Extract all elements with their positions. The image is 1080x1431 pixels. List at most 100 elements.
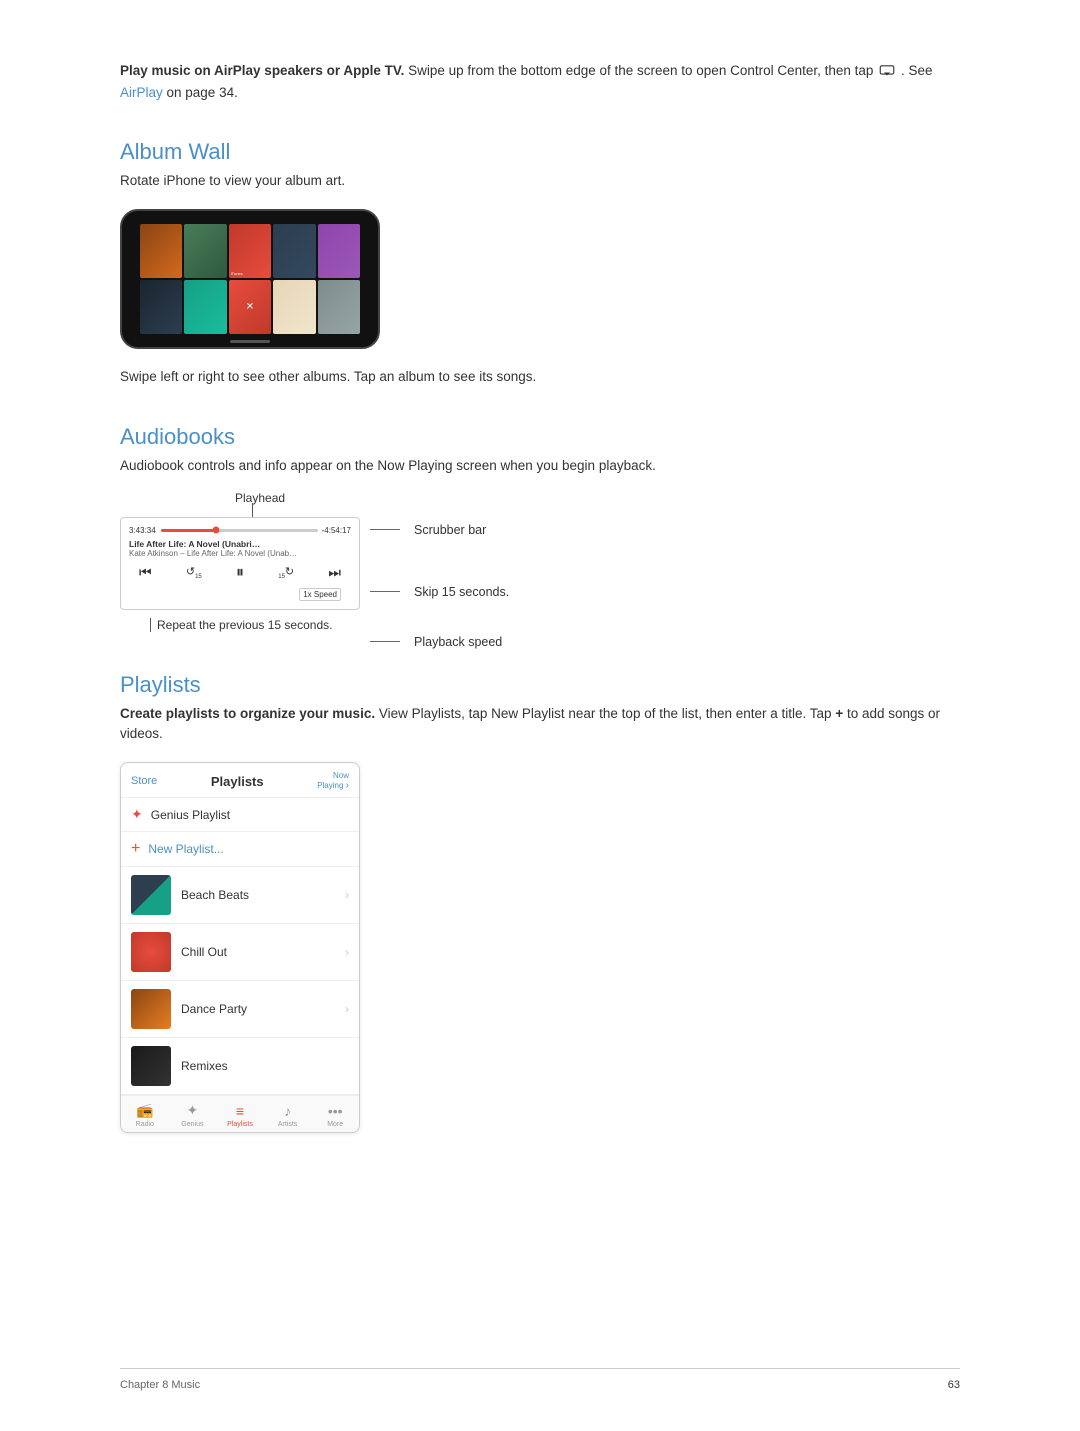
playhead-label: Playhead bbox=[235, 491, 285, 505]
page-content: Play music on AirPlay speakers or Apple … bbox=[0, 0, 1080, 1253]
intro-text: Swipe up from the bottom edge of the scr… bbox=[404, 63, 873, 78]
playlists-tab-label: Playlists bbox=[227, 1121, 253, 1128]
repeat-label: Repeat the previous 15 seconds. bbox=[157, 618, 332, 632]
playlist-header: Store Playlists NowPlaying › bbox=[121, 763, 359, 798]
remixes-thumb bbox=[131, 1046, 171, 1086]
tab-more[interactable]: ••• More bbox=[317, 1103, 353, 1128]
fast-forward-button[interactable]: ⏭ bbox=[328, 564, 341, 581]
controls-row: ⏮ ↺15 ⏸ 15↻ ⏭ bbox=[129, 564, 351, 582]
album-cell-6[interactable] bbox=[140, 280, 182, 334]
tab-artists[interactable]: ♪ Artists bbox=[270, 1103, 306, 1128]
time-end: -4:54:17 bbox=[322, 526, 351, 535]
repeat-callout: Repeat the previous 15 seconds. bbox=[120, 618, 600, 632]
scrub-row: 3:43:34 -4:54:17 bbox=[129, 526, 351, 535]
album-cell-8[interactable] bbox=[229, 280, 271, 334]
chill-out-thumb bbox=[131, 932, 171, 972]
playlists-tab-icon: ≡ bbox=[236, 1103, 244, 1119]
album-cell-1[interactable] bbox=[140, 224, 182, 278]
scrub-bar[interactable] bbox=[161, 529, 318, 532]
airplay-icon bbox=[879, 65, 895, 77]
album-wall-section: Album Wall Rotate iPhone to view your al… bbox=[120, 139, 960, 384]
skip-dash bbox=[370, 591, 400, 592]
intro-paragraph: Play music on AirPlay speakers or Apple … bbox=[120, 60, 960, 103]
phone-side-button bbox=[120, 269, 121, 289]
footer-page-number: 63 bbox=[948, 1379, 960, 1391]
genius-icon: ✦ bbox=[131, 806, 143, 823]
intro-bold: Play music on AirPlay speakers or Apple … bbox=[120, 63, 404, 78]
intro-see: . See bbox=[901, 63, 933, 78]
audiobooks-heading: Audiobooks bbox=[120, 424, 960, 450]
page-footer: Chapter 8 Music 63 bbox=[120, 1368, 960, 1391]
album-cell-5[interactable] bbox=[318, 224, 360, 278]
scrubber-label: Scrubber bar bbox=[414, 523, 486, 537]
playlist-item-beach-beats[interactable]: Beach Beats › bbox=[121, 867, 359, 924]
new-playlist-row[interactable]: + New Playlist... bbox=[121, 832, 359, 867]
album-cell-10[interactable] bbox=[318, 280, 360, 334]
scrub-bar-fill bbox=[161, 529, 216, 532]
callouts-wrapper: Scrubber bar Skip 15 seconds. Playback s… bbox=[370, 523, 509, 679]
more-tab-label: More bbox=[327, 1121, 343, 1128]
speed-dash bbox=[370, 641, 400, 642]
skip-callout: Skip 15 seconds. bbox=[370, 585, 509, 599]
now-playing-label: NowPlaying › bbox=[317, 771, 349, 791]
playlist-item-dance-party[interactable]: Dance Party › bbox=[121, 981, 359, 1038]
pause-button[interactable]: ⏸ bbox=[236, 564, 244, 582]
book-title: Life After Life: A Novel (Unabri… bbox=[129, 539, 351, 549]
rewind-button[interactable]: ⏮ bbox=[139, 564, 152, 581]
album-cell-2[interactable] bbox=[184, 224, 226, 278]
playlist-item-chill-out[interactable]: Chill Out › bbox=[121, 924, 359, 981]
intro-page-ref: on page 34. bbox=[163, 85, 238, 100]
scrub-head bbox=[212, 527, 219, 534]
playlists-subtext: Create playlists to organize your music.… bbox=[120, 704, 960, 745]
dance-party-name: Dance Party bbox=[181, 1002, 335, 1016]
skip-back-button[interactable]: ↺15 bbox=[186, 565, 202, 580]
dance-party-chevron: › bbox=[345, 1002, 349, 1016]
artists-tab-icon: ♪ bbox=[284, 1103, 291, 1119]
playlists-title: Playlists bbox=[211, 774, 264, 789]
speed-row: 1x Speed bbox=[129, 588, 351, 601]
album-cell-4[interactable] bbox=[273, 224, 315, 278]
genius-tab-icon: ✦ bbox=[187, 1102, 199, 1119]
playlists-heading: Playlists bbox=[120, 672, 960, 698]
artists-tab-label: Artists bbox=[278, 1121, 297, 1128]
vertical-bar-icon bbox=[150, 618, 151, 632]
swipe-instruction: Swipe left or right to see other albums.… bbox=[120, 369, 960, 384]
skip-fwd-button[interactable]: 15↻ bbox=[278, 565, 294, 580]
genius-playlist-row[interactable]: ✦ Genius Playlist bbox=[121, 798, 359, 832]
tab-radio[interactable]: 📻 Radio bbox=[127, 1102, 163, 1128]
audiobook-phone-mock: 3:43:34 -4:54:17 Life After Life: A Nove… bbox=[120, 517, 360, 610]
playhead-indicator-line bbox=[252, 503, 253, 517]
remixes-name: Remixes bbox=[181, 1059, 335, 1073]
playlist-item-remixes[interactable]: Remixes › bbox=[121, 1038, 359, 1095]
phone-home-bar bbox=[230, 340, 270, 343]
beach-beats-chevron: › bbox=[345, 888, 349, 902]
album-wall-phone bbox=[120, 209, 380, 349]
album-cell-7[interactable] bbox=[184, 280, 226, 334]
store-label[interactable]: Store bbox=[131, 775, 157, 787]
album-cell-3[interactable] bbox=[229, 224, 271, 278]
book-author: Kate Atkinson – Life After Life: A Novel… bbox=[129, 549, 351, 558]
skip-label: Skip 15 seconds. bbox=[414, 585, 509, 599]
speed-callout: Playback speed bbox=[370, 635, 509, 649]
tab-genius[interactable]: ✦ Genius bbox=[174, 1102, 210, 1128]
album-wall-subtext: Rotate iPhone to view your album art. bbox=[120, 171, 960, 191]
scrubber-callout: Scrubber bar bbox=[370, 523, 509, 537]
playlists-section: Playlists Create playlists to organize y… bbox=[120, 672, 960, 1134]
speed-control[interactable]: 1x Speed bbox=[299, 588, 341, 601]
playlists-text: View Playlists, tap New Playlist near th… bbox=[375, 706, 832, 721]
new-playlist-label: New Playlist... bbox=[148, 842, 223, 856]
footer-chapter: Chapter 8 Music bbox=[120, 1379, 200, 1391]
audiobooks-diagram: Playhead 3:43:34 -4:54:17 Life After Lif… bbox=[120, 517, 600, 632]
plus-icon: + bbox=[131, 840, 140, 858]
airplay-link[interactable]: AirPlay bbox=[120, 85, 163, 100]
playlist-phone-mock: Store Playlists NowPlaying › ✦ Genius Pl… bbox=[120, 762, 360, 1133]
audiobooks-section: Audiobooks Audiobook controls and info a… bbox=[120, 424, 960, 631]
more-tab-icon: ••• bbox=[328, 1103, 343, 1119]
audiobooks-subtext: Audiobook controls and info appear on th… bbox=[120, 456, 960, 476]
tab-playlists[interactable]: ≡ Playlists bbox=[222, 1103, 258, 1128]
dance-party-thumb bbox=[131, 989, 171, 1029]
album-wall-image bbox=[120, 209, 960, 349]
album-cell-9[interactable] bbox=[273, 280, 315, 334]
tab-bar: 📻 Radio ✦ Genius ≡ Playlists ♪ Artists •… bbox=[121, 1095, 359, 1132]
scrubber-dash bbox=[370, 529, 400, 530]
